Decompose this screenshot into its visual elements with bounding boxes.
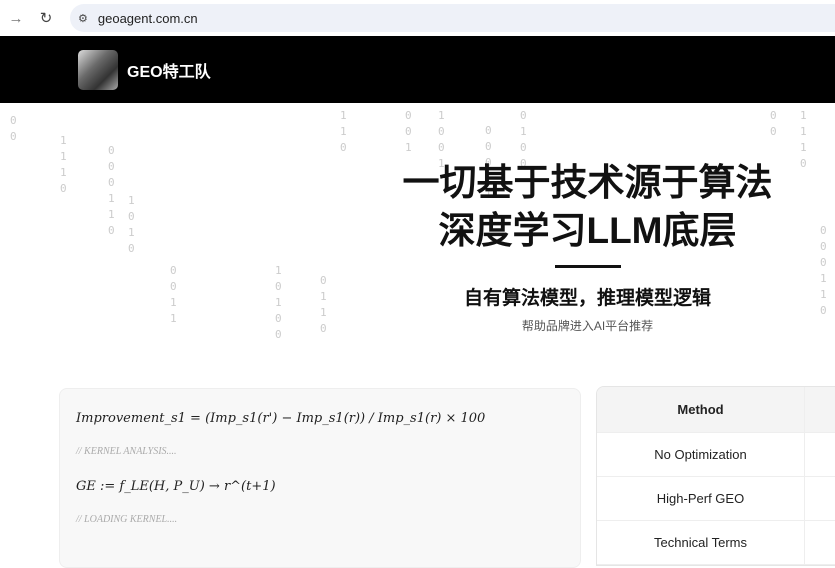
column-header-method: Method: [597, 387, 805, 432]
address-bar[interactable]: ⚙ geoagent.com.cn: [70, 4, 835, 32]
browser-toolbar: → ↻ ⚙ geoagent.com.cn: [0, 0, 835, 36]
table-cell: High-Perf GEO: [597, 477, 805, 520]
binary-digit-column: 1 1 1 0: [60, 134, 67, 195]
hero-tagline: 帮助品牌进入AI平台推荐: [521, 319, 654, 333]
table-row: High-Perf GEO: [597, 477, 835, 521]
formula-improvement: Improvement_s1 = (Imp_s1(r') − Imp_s1(r)…: [76, 411, 486, 426]
hero-subtitle: 自有算法模型，推理模型逻辑: [463, 288, 711, 309]
binary-digit-column: 1 0 1 0 0: [275, 264, 282, 341]
brand-name[interactable]: GEO特工队: [127, 58, 211, 82]
brand-logo[interactable]: [78, 49, 118, 90]
binary-digit-column: 0 0: [770, 109, 777, 138]
table-cell: Technical Terms: [597, 521, 805, 564]
reload-icon[interactable]: ↻: [36, 9, 56, 27]
url-text: geoagent.com.cn: [97, 10, 198, 26]
divider: [555, 265, 621, 268]
binary-digit-column: 0 1 1 0: [320, 274, 327, 335]
site-header: GEO特工队: [0, 36, 835, 103]
binary-digit-column: 0 0 1: [405, 109, 412, 154]
binary-digit-column: 0 0 0 1 1 0: [820, 224, 827, 317]
binary-digit-column: 0 0 1 1: [170, 264, 177, 325]
forward-icon[interactable]: →: [6, 10, 26, 27]
methods-table: Method No Optimization High-Perf GEO Tec…: [596, 386, 835, 566]
table-row: Technical Terms: [597, 521, 835, 565]
table-cell: No Optimization: [597, 433, 805, 476]
binary-digit-column: 1 1 1 0: [800, 109, 807, 170]
formula-ge: GE := f_LE(H, P_U) → r^(t+1): [76, 479, 276, 494]
binary-digit-column: 0 0 0 1 1 0: [108, 144, 115, 237]
comment-kernel-analysis: // KERNEL ANALYSIS....: [76, 446, 177, 457]
binary-digit-column: 1 1 0: [340, 109, 347, 154]
hero-title-line2: 深度学习LLM底层: [438, 210, 737, 251]
hero-title: 一切基于技术源于算法 深度学习LLM底层: [380, 159, 795, 255]
site-settings-icon[interactable]: ⚙: [78, 12, 88, 25]
hero-title-line1: 一切基于技术源于算法: [402, 162, 773, 203]
formula-card: Improvement_s1 = (Imp_s1(r') − Imp_s1(r)…: [59, 388, 581, 568]
table-row: No Optimization: [597, 433, 835, 477]
comment-loading-kernel: // LOADING KERNEL....: [76, 514, 178, 525]
binary-digit-column: 1 0 1 0: [128, 194, 135, 255]
hero-section: 0 0 1 1 1 0 0 0 0 1 1 0 1 0 1 0 0 0 1 1 1 0 1…: [0, 103, 835, 568]
binary-digit-column: 0 0: [10, 114, 17, 143]
table-header-row: Method: [597, 387, 835, 433]
